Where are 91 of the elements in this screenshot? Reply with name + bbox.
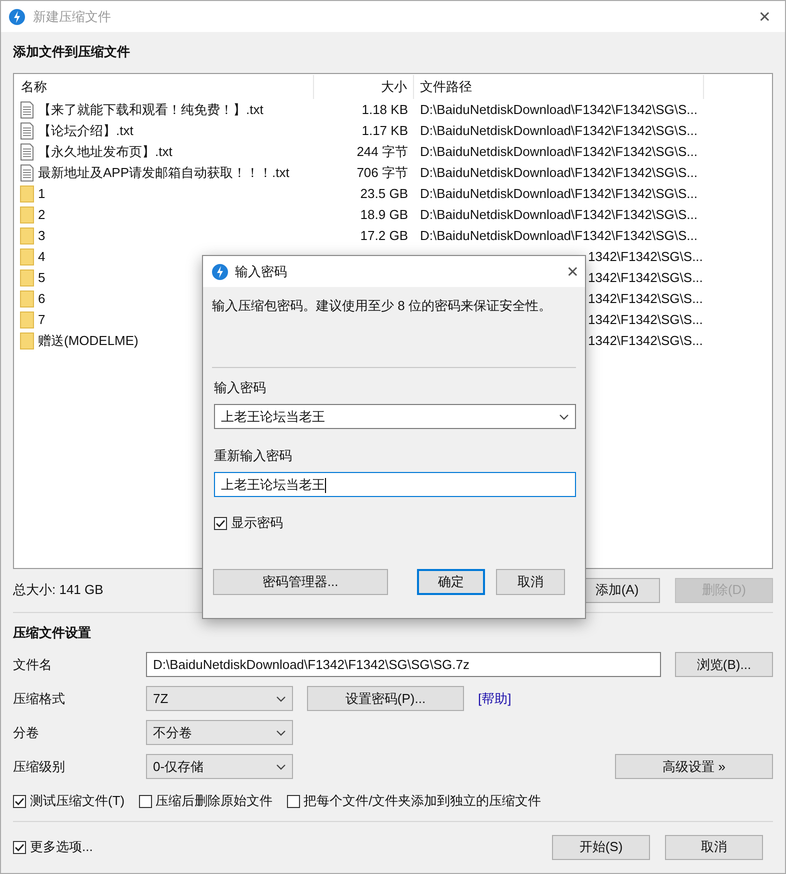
checkbox[interactable] — [13, 794, 26, 808]
checkbox-label[interactable]: 显示密码 — [231, 514, 283, 532]
caret-icon — [276, 764, 286, 770]
checkbox[interactable] — [138, 794, 152, 808]
advanced-button[interactable]: 高级设置 » — [615, 754, 773, 779]
dialog-message: 输入压缩包密码。建议使用至少 8 位的密码来保证安全性。 — [212, 297, 552, 315]
caret-icon — [559, 414, 569, 420]
password-manager-button[interactable]: 密码管理器... — [213, 569, 388, 595]
file-size: 18.9 GB — [360, 207, 408, 222]
file-path: D:\BaiduNetdiskDownload\F1342\F1342\SG\S... — [420, 102, 698, 117]
app-icon — [9, 8, 25, 24]
file-path: 1342\F1342\SG\S... — [588, 270, 703, 285]
confirm-password-field[interactable]: 上老王论坛当老王 — [214, 472, 576, 497]
format-dropdown[interactable]: 7Z — [146, 686, 293, 711]
folder-icon — [20, 206, 34, 224]
cancel-button[interactable]: 取消 — [496, 569, 565, 595]
browse-button[interactable]: 浏览(B)... — [675, 652, 773, 677]
checkbox[interactable] — [286, 794, 300, 808]
file-path: D:\BaiduNetdiskDownload\F1342\F1342\SG\S... — [420, 123, 698, 138]
file-name: 【论坛介绍】.txt — [38, 122, 134, 140]
caret-icon — [276, 730, 286, 736]
document-icon — [20, 142, 34, 160]
folder-icon — [20, 310, 34, 328]
close-button[interactable]: ✕ — [560, 262, 585, 280]
file-name: 5 — [38, 270, 46, 285]
file-path: D:\BaiduNetdiskDownload\F1342\F1342\SG\S... — [420, 228, 698, 243]
folder-icon — [20, 268, 34, 286]
section-title: 压缩文件设置 — [13, 624, 92, 642]
file-size: 1.18 KB — [362, 102, 408, 117]
total-size: 总大小: 141 GB — [13, 582, 104, 597]
set-password-button[interactable]: 设置密码(P)... — [307, 686, 464, 711]
folder-icon — [20, 248, 34, 266]
file-path: 1342\F1342\SG\S... — [588, 291, 703, 306]
checkbox-label[interactable]: 把每个文件/文件夹添加到独立的压缩文件 — [304, 792, 542, 810]
folder-icon — [20, 184, 34, 202]
file-size: 706 字节 — [356, 164, 408, 180]
checkbox[interactable] — [214, 516, 227, 530]
dialog-title: 输入密码 — [235, 262, 288, 280]
checkbox-label[interactable]: 压缩后删除原始文件 — [156, 792, 273, 810]
document-icon — [20, 122, 34, 140]
level-dropdown[interactable]: 0-仅存储 — [146, 754, 293, 779]
file-name: 7 — [38, 312, 46, 327]
close-button[interactable]: ✕ — [752, 8, 777, 26]
volume-dropdown[interactable]: 不分卷 — [146, 720, 293, 745]
password-combobox[interactable]: 上老王论坛当老王 — [214, 404, 576, 429]
file-path: 1342\F1342\SG\S... — [588, 312, 703, 327]
app-icon — [212, 264, 228, 280]
checkbox-label[interactable]: 测试压缩文件(T) — [30, 792, 125, 810]
file-path: 1342\F1342\SG\S... — [588, 333, 703, 348]
file-path: D:\BaiduNetdiskDownload\F1342\F1342\SG\S... — [420, 207, 698, 222]
file-path: 1342\F1342\SG\S... — [588, 249, 703, 264]
start-button[interactable]: 开始(S) — [552, 834, 650, 860]
column-header[interactable]: 文件路径 — [414, 75, 704, 99]
column-header[interactable]: 名称 — [14, 75, 314, 99]
help-link[interactable]: [帮助] — [464, 690, 512, 706]
filename-field[interactable]: D:\BaiduNetdiskDownload\F1342\F1342\SG\SG\SG.7z — [146, 652, 661, 677]
file-path: D:\BaiduNetdiskDownload\F1342\F1342\SG\S... — [420, 144, 698, 159]
file-name: 1 — [38, 186, 46, 201]
file-path: D:\BaiduNetdiskDownload\F1342\F1342\SG\S... — [420, 186, 698, 201]
file-name: 【来了就能下载和观看！纯免费！】.txt — [38, 100, 264, 118]
file-size: 23.5 GB — [360, 186, 408, 201]
file-name: 2 — [38, 207, 46, 222]
field-label: 重新输入密码 — [214, 448, 292, 463]
folder-icon — [20, 332, 34, 350]
file-name: 6 — [38, 291, 46, 306]
file-name: 赠送(MODELME) — [38, 332, 138, 350]
file-path: D:\BaiduNetdiskDownload\F1342\F1342\SG\S... — [420, 165, 698, 180]
field-label: 文件名 — [13, 656, 53, 674]
document-icon — [20, 164, 34, 182]
file-size: 1.17 KB — [362, 123, 408, 138]
caret-icon — [276, 696, 286, 702]
section-title: 添加文件到压缩文件 — [13, 43, 131, 61]
file-name: 【永久地址发布页】.txt — [38, 142, 172, 160]
field-label: 压缩格式 — [13, 690, 66, 708]
field-label: 分卷 — [13, 724, 40, 742]
file-name: 3 — [38, 228, 46, 243]
file-size: 17.2 GB — [360, 228, 408, 243]
field-label: 输入密码 — [214, 380, 266, 395]
file-name: 4 — [38, 249, 46, 264]
folder-icon — [20, 226, 34, 244]
ok-button[interactable]: 确定 — [416, 569, 486, 595]
document-icon — [20, 100, 34, 118]
folder-icon — [20, 290, 34, 308]
checkbox-label[interactable]: 更多选项... — [30, 838, 93, 856]
column-header[interactable]: 大小 — [314, 75, 414, 99]
window-title: 新建压缩文件 — [33, 8, 112, 26]
file-size: 244 字节 — [356, 144, 408, 158]
cancel-button[interactable]: 取消 — [665, 834, 763, 860]
checkbox[interactable] — [13, 840, 26, 854]
field-label: 压缩级别 — [13, 758, 66, 776]
file-name: 最新地址及APP请发邮箱自动获取！！！.txt — [38, 164, 290, 182]
